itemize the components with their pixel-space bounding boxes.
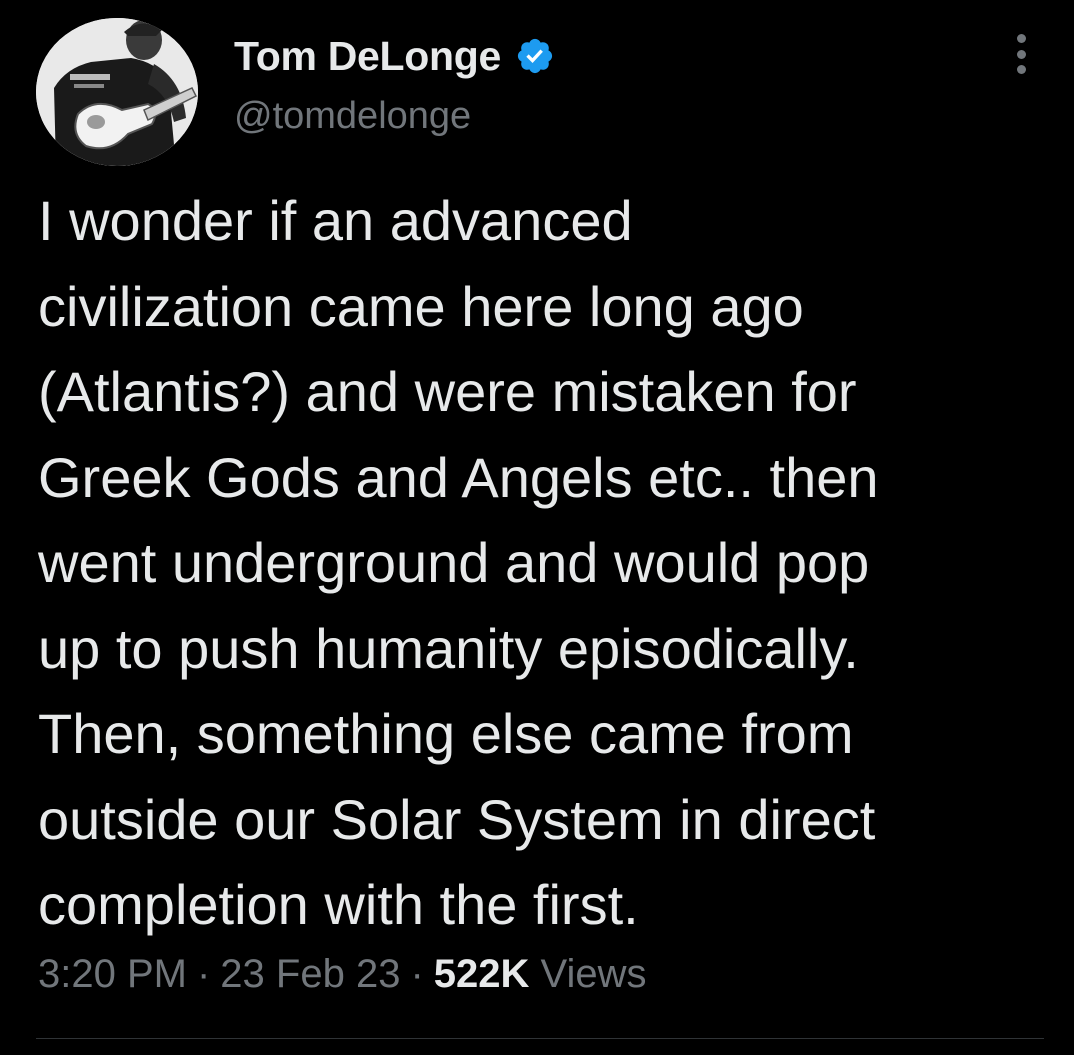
tweet-text-line: civilization came here long ago [38, 274, 804, 338]
tweet-text-line: (Atlantis?) and were mistaken for [38, 360, 857, 423]
tweet-text-line: completion with the first. [38, 873, 639, 936]
more-dot-icon [1016, 65, 1026, 74]
tweet-text-line: went underground and would pop [38, 531, 870, 594]
views-label: Views [540, 952, 647, 996]
tweet-text: I wonder if an advanced civilization cam… [38, 178, 1048, 948]
tweet-date[interactable]: 23 Feb 23 [220, 952, 400, 996]
tweet-text-line: up to push humanity episodically. [38, 616, 859, 680]
tweet-meta: 3:20 PM · 23 Feb 23 · 522K Views [38, 952, 647, 997]
tweet-text-line: outside our Solar System in direct [38, 787, 876, 851]
more-dot-icon [1016, 49, 1026, 59]
tweet-time[interactable]: 3:20 PM [38, 952, 187, 996]
verified-badge-icon [515, 36, 555, 76]
meta-separator: · [410, 952, 424, 996]
more-options-button[interactable] [1004, 32, 1038, 76]
tweet-text-line: Then, something else came from [38, 702, 854, 765]
views-count[interactable]: 522K [434, 952, 530, 996]
meta-separator: · [196, 952, 211, 996]
divider [36, 1038, 1044, 1039]
tweet-text-line: I wonder if an advanced [38, 189, 633, 252]
author-name-row[interactable]: Tom DeLonge [234, 30, 555, 82]
author-handle[interactable]: @tomdelonge [234, 95, 471, 138]
avatar-photo [36, 18, 198, 166]
tweet: Tom DeLonge @tomdelonge I wonder if an a… [0, 0, 1074, 1055]
avatar[interactable] [36, 18, 198, 166]
tweet-text-line: Greek Gods and Angels etc.. then [38, 445, 879, 509]
more-dot-icon [1016, 34, 1026, 43]
author-display-name[interactable]: Tom DeLonge [234, 33, 501, 80]
